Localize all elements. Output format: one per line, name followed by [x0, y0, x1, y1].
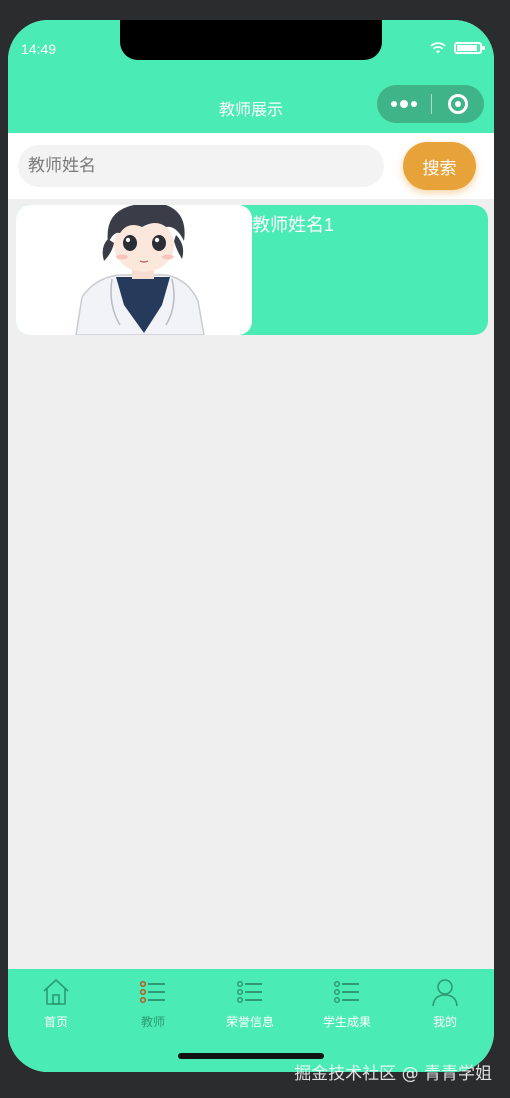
status-time: 14:49 [21, 41, 57, 57]
nav-header: 14:49 教师展示 [8, 20, 494, 133]
tab-label: 荣誉信息 [225, 1015, 274, 1029]
cartoon-boy-illustration [16, 205, 252, 335]
battery-icon [454, 42, 485, 54]
list-icon [139, 980, 165, 1004]
teacher-avatar-image [16, 205, 252, 335]
tab-label: 学生成果 [322, 1015, 371, 1029]
tab-label: 教师 [140, 1015, 165, 1029]
bottom-tab-bar: 首页 教师 荣誉信息 学生成果 我的 [8, 969, 494, 1072]
tab-label: 我的 [432, 1015, 457, 1029]
close-program-button[interactable] [432, 94, 484, 114]
wifi-icon [430, 42, 446, 54]
list-icon [333, 980, 359, 1004]
search-button[interactable]: 搜索 [403, 142, 476, 190]
target-icon [448, 94, 468, 114]
tab-home[interactable]: 首页 [8, 977, 104, 1033]
teacher-card[interactable]: 教师姓名1 [16, 205, 488, 335]
watermark-text: 掘金技术社区 @ 青青学姐 [294, 1064, 492, 1084]
tab-label: 首页 [43, 1015, 68, 1029]
mini-program-capsule [377, 85, 484, 123]
search-bar: 搜索 [8, 133, 494, 199]
phone-screen: 14:49 教师展示 搜索 [8, 20, 494, 1072]
list-icon [236, 980, 262, 1004]
tab-me[interactable]: 我的 [397, 977, 493, 1033]
device-notch [120, 20, 382, 60]
tab-honors[interactable]: 荣誉信息 [202, 977, 298, 1033]
teacher-name: 教师姓名1 [252, 215, 335, 235]
home-icon [43, 978, 69, 1005]
tab-teachers[interactable]: 教师 [105, 977, 201, 1033]
tab-student-achievements[interactable]: 学生成果 [299, 977, 395, 1033]
more-menu-icon[interactable] [377, 99, 431, 108]
search-input[interactable] [18, 145, 384, 187]
user-icon [432, 979, 458, 1007]
status-icons [430, 42, 485, 54]
